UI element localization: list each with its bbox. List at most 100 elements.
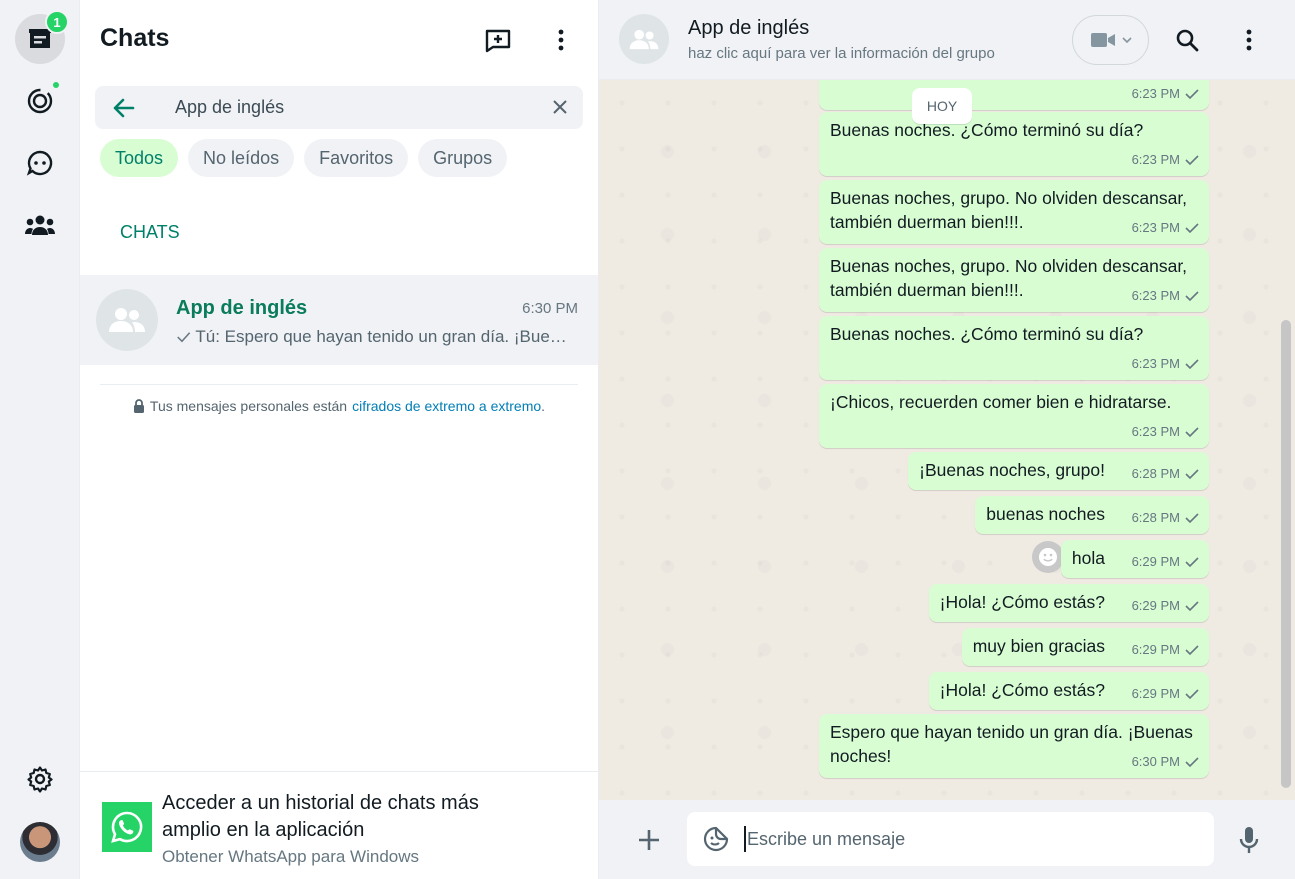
chat-preview: Tú: Espero que hayan tenido un gran día.… <box>176 327 576 347</box>
message-text: ¡Hola! ¿Cómo estás? <box>939 680 1105 700</box>
conversation-header[interactable]: App de inglés haz clic aquí para ver la … <box>599 0 1295 80</box>
message-bubble[interactable]: Buenas noches, grupo. No olviden descans… <box>819 248 1209 312</box>
conversation-avatar[interactable] <box>619 14 669 64</box>
sticker-button[interactable] <box>703 826 729 857</box>
message-time: 6:23 PM <box>1131 356 1180 371</box>
message-bubble[interactable]: muy bien gracias 6:29 PM <box>961 628 1209 666</box>
sent-check-icon <box>1185 757 1199 768</box>
message-time: 6:23 PM <box>1131 424 1180 439</box>
message-bubble[interactable]: Buenas noches, grupo. No olviden descans… <box>819 180 1209 244</box>
filter-chip-todos[interactable]: Todos <box>100 139 179 177</box>
menu-button[interactable] <box>541 20 581 60</box>
chat-list-item[interactable]: App de inglés 6:30 PM Tú: Espero que hay… <box>80 275 598 365</box>
message-meta: 6:23 PM <box>1132 284 1200 308</box>
message-input-box <box>687 812 1214 866</box>
message-bubble[interactable]: hola 6:29 PM <box>1060 540 1209 578</box>
message-text: Buenas noches. ¿Cómo terminó su día? <box>830 324 1144 344</box>
back-arrow-icon <box>113 98 135 118</box>
whatsapp-logo-icon <box>102 802 152 852</box>
message-text: ¡Buenas noches, grupo! <box>919 460 1105 480</box>
search-icon <box>1176 29 1199 52</box>
message-area[interactable]: 6:23 PM Buenas noches. ¿Cómo terminó su … <box>599 80 1295 800</box>
message-meta: 6:29 PM <box>1132 594 1200 618</box>
message-input[interactable] <box>745 812 1195 866</box>
message-text: muy bien gracias <box>972 636 1105 656</box>
new-chat-icon <box>485 29 511 53</box>
sent-check-icon <box>1185 469 1199 480</box>
voice-message-button[interactable] <box>1229 820 1269 860</box>
status-icon <box>27 88 53 114</box>
message-bubble[interactable]: ¡Hola! ¿Cómo estás? 6:29 PM <box>928 672 1209 710</box>
filter-chips: Todos No leídos Favoritos Grupos <box>100 139 508 177</box>
conversation-subtitle: haz clic aquí para ver la información de… <box>688 45 995 62</box>
channels-nav-button[interactable] <box>15 138 65 188</box>
message-text: Buenas noches. ¿Cómo terminó su día? <box>830 120 1144 140</box>
filter-chip-no-leidos[interactable]: No leídos <box>188 139 295 177</box>
message-time: 6:29 PM <box>1131 554 1180 569</box>
status-dot <box>51 80 61 90</box>
plus-icon <box>639 830 659 850</box>
conversation-menu-button[interactable] <box>1229 20 1269 60</box>
encryption-end: . <box>541 398 546 414</box>
microphone-icon <box>1239 827 1259 853</box>
channels-icon <box>26 150 53 176</box>
kebab-menu-icon <box>1246 29 1252 51</box>
message-bubble[interactable]: Espero que hayan tenido un gran día. ¡Bu… <box>819 714 1209 778</box>
new-chat-button[interactable] <box>478 20 518 60</box>
search-input[interactable] <box>175 86 535 129</box>
kebab-menu-icon <box>558 29 564 51</box>
back-arrow-button[interactable] <box>111 95 137 126</box>
sent-check-icon <box>1185 601 1199 612</box>
message-time: 6:28 PM <box>1131 510 1180 525</box>
conversation-panel: App de inglés haz clic aquí para ver la … <box>599 0 1295 879</box>
message-time: 6:23 PM <box>1131 152 1180 167</box>
scrollbar[interactable] <box>1281 320 1291 788</box>
communities-icon <box>25 215 55 235</box>
message-meta: 6:28 PM <box>1132 462 1200 486</box>
settings-nav-button[interactable] <box>15 754 65 804</box>
group-icon <box>109 308 145 332</box>
message-meta: 6:23 PM <box>1132 82 1200 106</box>
filter-chip-grupos[interactable]: Grupos <box>418 139 508 177</box>
video-call-button[interactable] <box>1072 15 1149 65</box>
sent-check-icon <box>1185 359 1199 370</box>
chat-list-panel: Chats Todos No leídos Favoritos Grupos C… <box>80 0 599 879</box>
message-bubble[interactable]: Buenas noches. ¿Cómo terminó su día? 6:2… <box>819 316 1209 380</box>
attach-button[interactable] <box>629 820 669 860</box>
sent-check-icon <box>1185 513 1199 524</box>
reaction-button[interactable] <box>1032 541 1064 573</box>
encryption-notice: Tus mensajes personales están cifrados d… <box>80 398 598 414</box>
message-composer <box>599 800 1295 879</box>
get-app-promo[interactable]: Acceder a un historial de chats más ampl… <box>80 771 598 879</box>
encryption-link[interactable]: cifrados de extremo a extremo <box>352 398 541 414</box>
chats-nav-button[interactable]: 1 <box>15 10 69 64</box>
search-messages-button[interactable] <box>1167 20 1207 60</box>
message-text: ¡Chicos, recuerden comer bien e hidratar… <box>830 392 1172 412</box>
date-divider: HOY <box>912 88 972 124</box>
message-bubble[interactable]: Buenas noches. ¿Cómo terminó su día? 6:2… <box>819 112 1209 176</box>
communities-nav-button[interactable] <box>15 200 65 250</box>
smiley-icon <box>1039 548 1057 566</box>
message-time: 6:23 PM <box>1131 86 1180 101</box>
message-bubble[interactable]: ¡Chicos, recuerden comer bien e hidratar… <box>819 384 1209 448</box>
status-nav-button[interactable] <box>15 76 65 126</box>
group-avatar <box>96 289 158 351</box>
divider <box>100 384 578 385</box>
chat-preview-text: Tú: Espero que hayan tenido un gran día.… <box>195 327 576 346</box>
message-text: buenas noches <box>986 504 1105 524</box>
profile-avatar[interactable] <box>20 822 60 862</box>
clear-search-button[interactable] <box>551 98 569 121</box>
section-label: CHATS <box>120 222 180 242</box>
filter-chip-favoritos[interactable]: Favoritos <box>304 139 409 177</box>
sent-check-icon <box>1185 645 1199 656</box>
message-bubble[interactable]: 6:23 PM <box>819 80 1209 110</box>
message-bubble[interactable]: buenas noches 6:28 PM <box>975 496 1209 534</box>
chat-name: App de inglés <box>176 297 308 319</box>
chevron-down-icon <box>1121 37 1132 43</box>
promo-title: Acceder a un historial de chats más ampl… <box>162 792 479 841</box>
sent-check-icon <box>1185 223 1199 234</box>
message-bubble[interactable]: ¡Hola! ¿Cómo estás? 6:29 PM <box>928 584 1209 622</box>
chat-time: 6:30 PM <box>522 300 578 317</box>
message-bubble[interactable]: ¡Buenas noches, grupo! 6:28 PM <box>908 452 1209 490</box>
message-meta: 6:30 PM <box>1132 750 1200 774</box>
